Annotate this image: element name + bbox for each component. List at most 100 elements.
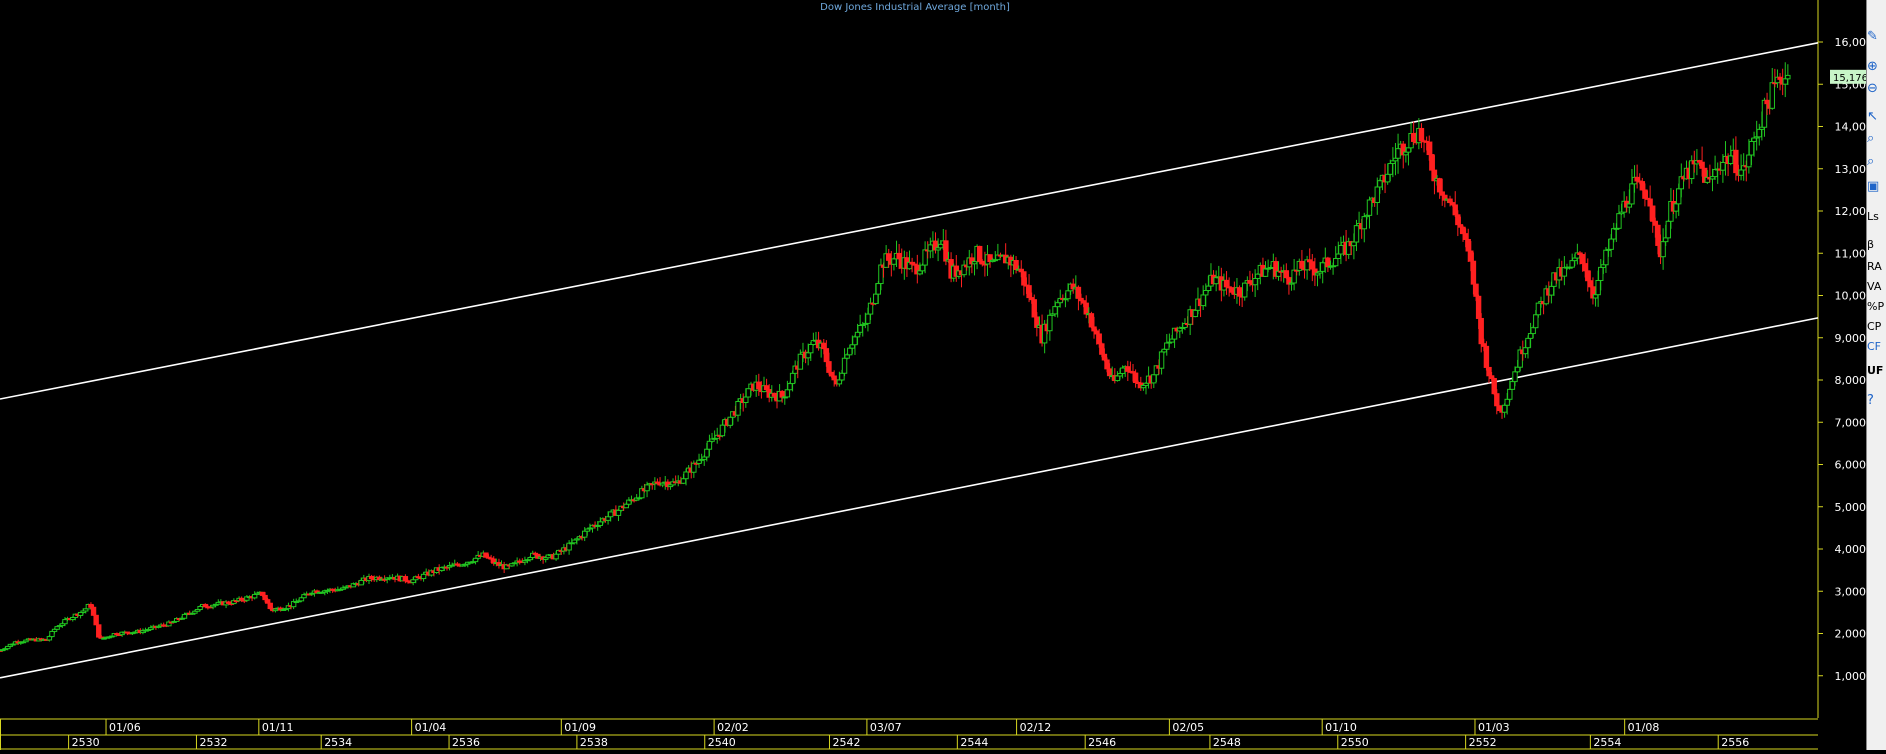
candlestick-chart[interactable]: Dow Jones Industrial Average [month] 1,0… xyxy=(0,0,1871,750)
candle-body xyxy=(805,352,811,359)
candle-body xyxy=(922,249,928,266)
candle-body xyxy=(704,448,710,458)
candle-body xyxy=(844,354,850,359)
y-tick-label: 6,000 xyxy=(1835,459,1867,472)
beta-button[interactable]: β xyxy=(1867,236,1886,254)
candle-body xyxy=(1527,333,1534,339)
candle-body xyxy=(763,385,770,391)
candle-body xyxy=(1746,154,1752,168)
candle-body xyxy=(1470,260,1477,285)
y-tick-label: 2,000 xyxy=(1835,628,1867,641)
candle-body xyxy=(1192,309,1199,318)
candle-body xyxy=(1351,241,1357,247)
chart-area[interactable]: Dow Jones Industrial Average [month] 1,0… xyxy=(0,0,1886,750)
candle-body xyxy=(1533,314,1539,329)
candle-body xyxy=(1561,267,1568,277)
candle-body xyxy=(1530,327,1536,335)
candle-body xyxy=(1582,263,1588,272)
x-top-tick-label: 01/10 xyxy=(1325,721,1357,734)
va-button[interactable]: VA xyxy=(1867,278,1886,296)
candle-body xyxy=(1114,375,1121,382)
candle-body xyxy=(797,353,804,370)
ra-button[interactable]: RA xyxy=(1867,258,1886,276)
candle-body xyxy=(1119,367,1126,375)
candle-body xyxy=(1629,183,1635,205)
percent-p-button[interactable]: %P xyxy=(1867,298,1886,316)
candle-body xyxy=(1748,140,1755,156)
candle-body xyxy=(1782,78,1788,85)
zoom-in-icon[interactable]: ⊕ xyxy=(1867,58,1886,76)
candle-body xyxy=(1395,148,1401,159)
candle-body xyxy=(1585,270,1591,282)
candle-body xyxy=(1647,198,1653,207)
last-price-label: 15,176. xyxy=(1833,73,1866,84)
candle-body xyxy=(1065,290,1071,300)
candle-body xyxy=(1075,286,1082,299)
candle-down xyxy=(93,614,99,626)
candle-body xyxy=(896,252,902,260)
candle-body xyxy=(267,602,273,610)
candle-body xyxy=(1223,279,1230,288)
candle-body xyxy=(886,253,892,261)
window-icon[interactable]: ▣ xyxy=(1867,178,1886,196)
candle-body xyxy=(784,389,791,398)
candle-body xyxy=(836,379,843,385)
candle-body xyxy=(1291,269,1297,284)
candle-body xyxy=(943,240,949,262)
cf-button[interactable]: CF xyxy=(1867,338,1886,356)
candle-body xyxy=(49,630,55,638)
candle-body xyxy=(1099,343,1105,355)
candle-body xyxy=(719,424,726,437)
y-tick-label: 16,00 xyxy=(1835,36,1867,49)
candle-body xyxy=(1164,342,1170,350)
candle-body xyxy=(1252,278,1258,286)
candle-body xyxy=(779,390,785,398)
candle-body xyxy=(1213,277,1219,285)
candle-body xyxy=(1548,285,1555,296)
candle-body xyxy=(1460,226,1466,235)
candle-body xyxy=(1501,404,1508,413)
candle-body xyxy=(1720,161,1726,171)
candle-body xyxy=(1325,257,1331,268)
y-tick-label: 5,000 xyxy=(1835,501,1867,514)
candle-body xyxy=(1494,393,1500,407)
candle-body xyxy=(1203,290,1209,296)
zoom-out-icon[interactable]: ⊖ xyxy=(1867,80,1886,98)
x-bottom-tick-label: 2552 xyxy=(1469,736,1497,749)
candle-body xyxy=(1727,155,1734,165)
y-tick-label: 1,000 xyxy=(1835,670,1867,683)
candle-body xyxy=(1665,220,1672,239)
y-tick-label: 4,000 xyxy=(1835,543,1867,556)
candle-body xyxy=(1639,181,1646,191)
ls-button[interactable]: Ls xyxy=(1867,208,1886,226)
candle-body xyxy=(90,606,97,616)
candle-body xyxy=(1132,372,1139,384)
candle-body xyxy=(1366,199,1373,216)
candle-body xyxy=(1426,141,1432,156)
candle-body xyxy=(867,302,874,315)
candle-body xyxy=(623,503,629,509)
candle-body xyxy=(264,599,271,604)
candle-body xyxy=(1088,313,1095,328)
candle-body xyxy=(1483,345,1490,368)
cp-button[interactable]: CP xyxy=(1867,318,1886,336)
candle-body xyxy=(1465,238,1471,252)
candle-body xyxy=(1332,258,1339,267)
candle-body xyxy=(828,371,835,377)
candle-body xyxy=(1535,302,1542,316)
uf-button[interactable]: UF xyxy=(1867,362,1886,380)
cursor-icon[interactable]: ↖ xyxy=(1867,108,1886,126)
candle-body xyxy=(1587,280,1594,288)
candle-body xyxy=(1652,220,1659,226)
candle-body xyxy=(1525,337,1531,349)
help-icon[interactable]: ? xyxy=(1867,392,1886,410)
magnify-out-icon[interactable]: ⌕ xyxy=(1867,153,1886,171)
x-top-tick-label: 01/04 xyxy=(415,721,447,734)
candle-body xyxy=(96,624,102,638)
magnify-in-icon[interactable]: ⌕ xyxy=(1867,130,1886,148)
candle-body xyxy=(1509,381,1516,390)
candle-body xyxy=(1616,213,1622,229)
candle-body xyxy=(1338,244,1344,255)
drawing-tool-icon[interactable]: ✎ xyxy=(1867,28,1886,46)
candle-body xyxy=(1229,287,1235,293)
